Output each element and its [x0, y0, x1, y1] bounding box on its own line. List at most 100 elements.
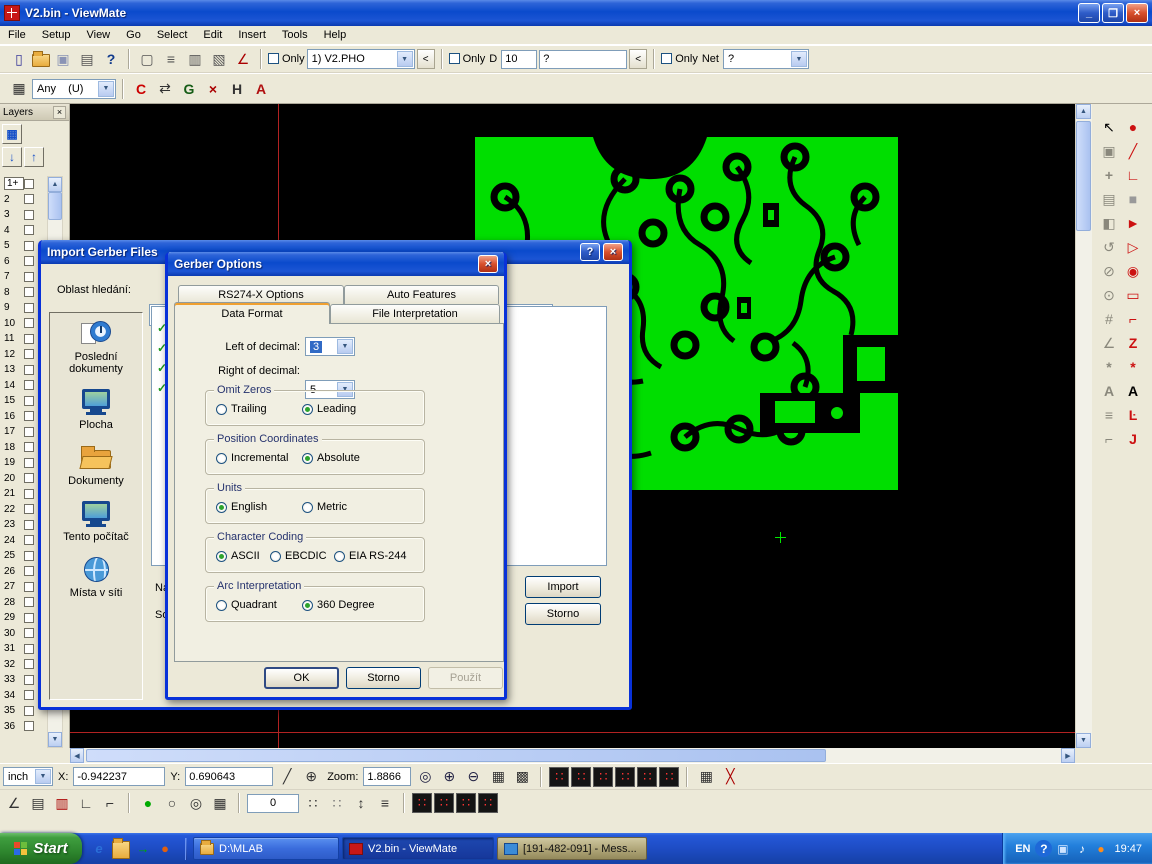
layer-checkbox[interactable] [24, 349, 34, 359]
grid-coarse-icon[interactable]: ▩ [511, 766, 533, 788]
layer-checkbox[interactable] [24, 706, 34, 716]
highlight-net-icon[interactable]: ⊙ [1098, 284, 1120, 306]
film-icon[interactable]: ▦ [8, 78, 30, 100]
ie-icon[interactable]: e [90, 840, 108, 858]
text-a-icon[interactable]: A [250, 78, 272, 100]
zoom-in-icon[interactable]: ⊕ [438, 766, 460, 788]
apply-button[interactable]: Použít [428, 667, 503, 689]
erase-x-icon[interactable]: × [202, 78, 224, 100]
radio-quadrant[interactable]: Quadrant [216, 599, 277, 611]
radio-absolute[interactable]: Absolute [302, 452, 360, 464]
layer-table-icon[interactable]: ▦ [2, 124, 22, 144]
arc-select-icon[interactable]: ⌐ [99, 792, 121, 814]
layer-checkbox[interactable] [24, 210, 34, 220]
text-label-icon[interactable]: A [1098, 380, 1120, 402]
layer-checkbox[interactable] [24, 597, 34, 607]
aperture-list-icon[interactable]: ≡ [160, 48, 182, 70]
layer-row[interactable]: 2 [0, 192, 46, 208]
radio-360-degree[interactable]: 360 Degree [302, 599, 375, 611]
radio-eia-rs244[interactable]: EIA RS-244 [334, 550, 406, 562]
star-tool-icon[interactable]: * [1122, 356, 1144, 378]
triangle-tool-icon[interactable]: ▷ [1122, 236, 1144, 258]
taskbar-task-viewmate[interactable]: V2.bin - ViewMate [342, 837, 494, 860]
text-tool-icon[interactable]: A [1122, 380, 1144, 402]
save-icon[interactable]: ▣ [52, 48, 74, 70]
layer-checkbox[interactable] [24, 628, 34, 638]
layer-checkbox[interactable] [24, 225, 34, 235]
layer-checkbox[interactable] [24, 442, 34, 452]
layer-checkbox[interactable] [24, 256, 34, 266]
only-net-checkbox[interactable]: Only [661, 53, 698, 65]
chevron-down-icon[interactable]: ▼ [98, 81, 114, 97]
only-d-checkbox[interactable]: Only [449, 53, 486, 65]
zigzag-tool-icon[interactable]: Z [1122, 332, 1144, 354]
unit-select[interactable]: inch ▼ [3, 767, 53, 786]
go-arrow-icon[interactable]: → [134, 840, 152, 858]
layer-checkbox[interactable] [24, 675, 34, 685]
scroll-up-icon[interactable]: ▲ [1076, 104, 1091, 119]
angle-select-icon[interactable]: ∟ [75, 792, 97, 814]
chevron-down-icon[interactable]: ▼ [35, 769, 51, 784]
layers-panel-header[interactable]: Layers × [0, 104, 69, 121]
place-my-computer[interactable]: Tento počítač [50, 493, 142, 549]
ruler-icon[interactable]: ≡ [1098, 404, 1120, 426]
left-of-decimal-select[interactable]: 3 ▼ [305, 337, 355, 356]
rectangle-tool-icon[interactable]: ▭ [1122, 284, 1144, 306]
storno-button[interactable]: Storno [525, 603, 601, 625]
open-file-icon[interactable] [32, 54, 50, 67]
grid-snap-icon[interactable]: # [1098, 308, 1120, 330]
browser-icon[interactable]: ● [156, 840, 174, 858]
canvas-vscrollbar[interactable]: ▲ ▼ [1075, 104, 1092, 748]
taskbar-task-mlab[interactable]: D:\MLAB [193, 837, 339, 860]
highlight-h-icon[interactable]: H [226, 78, 248, 100]
hscroll-thumb[interactable] [86, 749, 826, 762]
help-button[interactable]: ? [580, 243, 600, 261]
zoom-sel-icon[interactable]: ◎ [414, 766, 436, 788]
layer-checkbox[interactable] [24, 179, 34, 189]
swap-layers-icon[interactable]: ⇄ [154, 78, 176, 100]
dcode-pattern-4-icon[interactable]: ∷ [615, 767, 635, 787]
layer-checkbox[interactable] [24, 396, 34, 406]
prev-layer-button[interactable]: < [417, 49, 435, 69]
layer-checkbox[interactable] [24, 535, 34, 545]
radio-ascii[interactable]: ASCII [216, 550, 260, 562]
gerber-g-icon[interactable]: G [178, 78, 200, 100]
tab-auto-features[interactable]: Auto Features [344, 285, 499, 304]
layer-checkbox[interactable] [24, 318, 34, 328]
close-button[interactable]: × [603, 243, 623, 261]
layer-row[interactable]: 1+ [0, 176, 46, 192]
start-button[interactable]: Start [0, 833, 82, 864]
select-area-icon[interactable]: ▢ [136, 48, 158, 70]
mirror-view-icon[interactable]: ◧ [1098, 212, 1120, 234]
polyline-tool-icon[interactable]: ∟ [1122, 164, 1144, 186]
canvas-hscrollbar[interactable]: ◀ ▶ [70, 748, 1075, 763]
layer-row[interactable]: 4 [0, 223, 46, 239]
minimize-button[interactable]: _ [1078, 3, 1100, 23]
circle-tool-icon[interactable]: ◉ [1122, 260, 1144, 282]
dcode-pattern-2-icon[interactable]: ∷ [571, 767, 591, 787]
diagonal-measure-icon[interactable]: ╱ [276, 766, 298, 788]
j-track-tool-icon[interactable]: J [1122, 428, 1144, 450]
menu-go[interactable]: Go [118, 27, 149, 43]
layer-row[interactable]: 36 [0, 719, 46, 735]
only-layer-checkbox[interactable]: Only [268, 53, 305, 65]
radio-english[interactable]: English [216, 501, 267, 513]
layer-combo[interactable]: 1) V2.PHO ▼ [307, 49, 415, 69]
flag-icon[interactable]: ⌐ [1098, 428, 1120, 450]
ok-button[interactable]: OK [264, 667, 339, 689]
dcode-filter-input[interactable]: ? [539, 50, 627, 69]
film-negative-icon[interactable]: ▥ [51, 792, 73, 814]
vscroll-thumb[interactable] [1076, 121, 1091, 231]
radio-metric[interactable]: Metric [302, 501, 347, 513]
language-indicator[interactable]: EN [1015, 843, 1030, 855]
layer-row[interactable]: 3 [0, 207, 46, 223]
pad-pattern-c-icon[interactable]: ∷ [456, 793, 476, 813]
taskbar-task-message[interactable]: [191-482-091] - Mess... [497, 837, 647, 860]
prev-dcode-button[interactable]: < [629, 49, 647, 69]
new-file-icon[interactable]: ▯ [8, 48, 30, 70]
film-box-icon[interactable]: ▤ [1098, 188, 1120, 210]
center-origin-icon[interactable]: ⊕ [300, 766, 322, 788]
print-icon[interactable]: ▤ [76, 48, 98, 70]
report-icon[interactable]: ▧ [208, 48, 230, 70]
layer-checkbox[interactable] [24, 473, 34, 483]
